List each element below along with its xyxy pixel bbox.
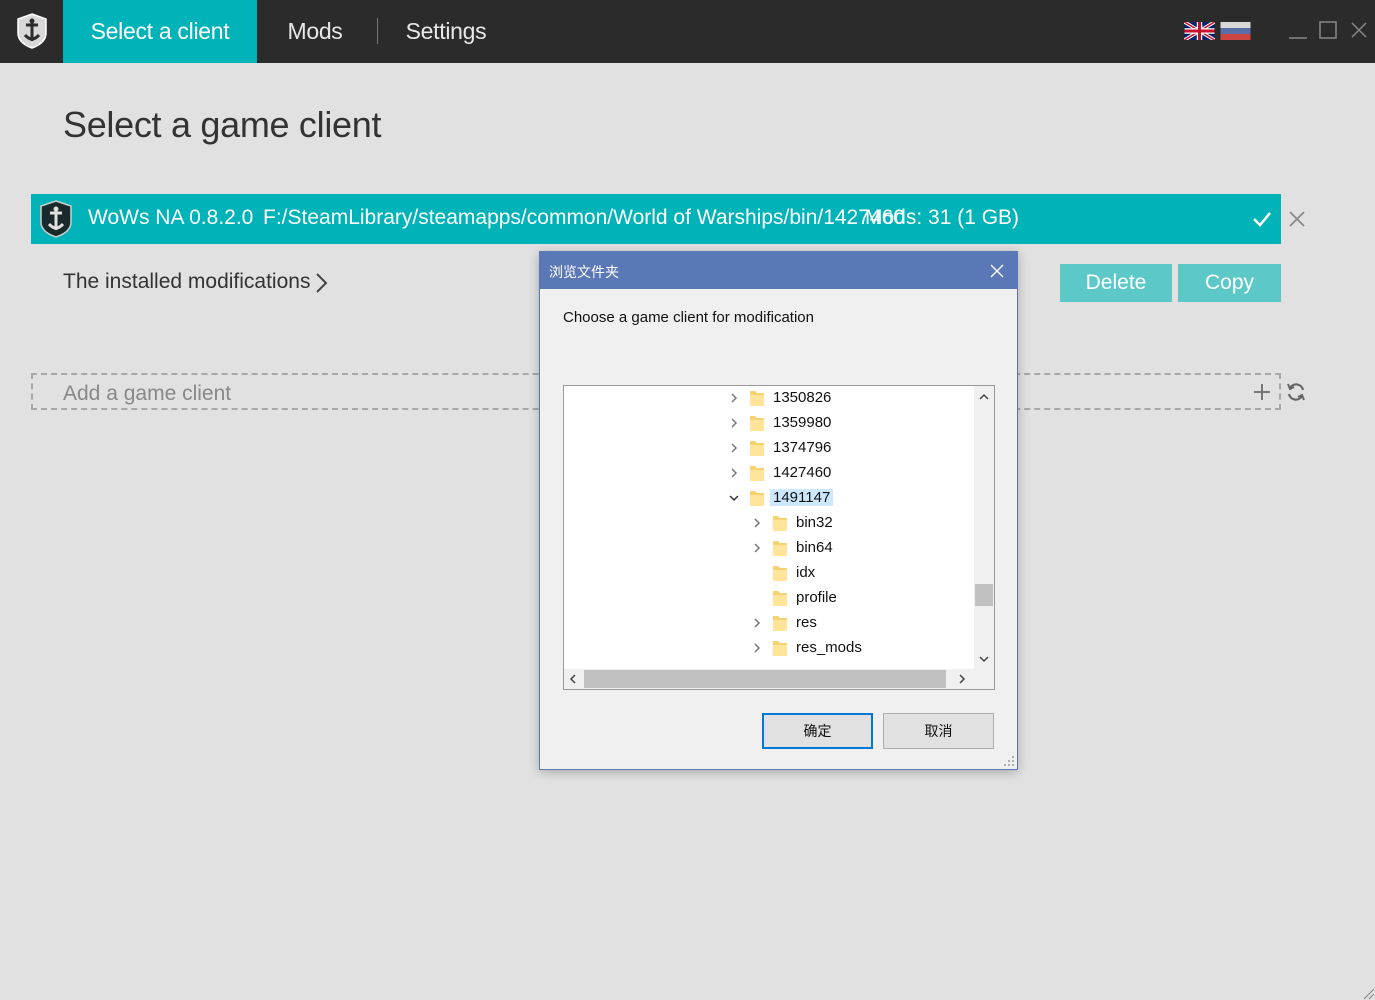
maximize-icon[interactable] bbox=[1316, 18, 1340, 42]
tree-item[interactable]: 1350826 bbox=[564, 386, 974, 411]
cancel-button[interactable]: 取消 bbox=[883, 713, 994, 749]
tree-item[interactable]: bin64 bbox=[564, 536, 974, 561]
folder-icon bbox=[749, 389, 765, 407]
chevron-right-icon[interactable] bbox=[751, 517, 763, 529]
dialog-close-icon[interactable] bbox=[989, 263, 1005, 279]
client-name: WoWs NA 0.8.2.0 bbox=[88, 206, 254, 229]
tree-item-label: 1374796 bbox=[773, 439, 832, 456]
check-icon bbox=[1253, 212, 1271, 227]
scroll-right-icon[interactable] bbox=[956, 673, 968, 685]
russian-flag-icon[interactable] bbox=[1220, 22, 1251, 40]
chevron-right-icon[interactable] bbox=[728, 442, 740, 454]
copy-button[interactable]: Copy bbox=[1178, 264, 1281, 302]
scroll-left-icon[interactable] bbox=[567, 673, 579, 685]
folder-icon bbox=[749, 489, 765, 507]
chevron-right-icon[interactable] bbox=[728, 392, 740, 404]
tab-select-client[interactable]: Select a client bbox=[63, 0, 257, 63]
folder-icon bbox=[772, 564, 788, 582]
tree-item[interactable]: res bbox=[564, 611, 974, 636]
folder-icon bbox=[772, 539, 788, 557]
client-mods-count: Mods: 31 (1 GB) bbox=[865, 206, 1020, 229]
chevron-right-icon[interactable] bbox=[751, 642, 763, 654]
top-bar: Select a client Mods Settings bbox=[0, 0, 1375, 63]
tree-item-label: res_mods bbox=[796, 639, 862, 656]
scroll-down-icon[interactable] bbox=[978, 653, 990, 665]
folder-icon bbox=[772, 614, 788, 632]
folder-icon bbox=[772, 514, 788, 532]
folder-tree[interactable]: 1350826 1359980 1374796 1427460 1491147 bin32… bbox=[563, 385, 995, 690]
chevron-right-icon[interactable] bbox=[728, 417, 740, 429]
refresh-icon[interactable] bbox=[1285, 381, 1307, 403]
chevron-right-icon[interactable] bbox=[728, 467, 740, 479]
tree-item-label: bin64 bbox=[796, 539, 833, 556]
folder-icon bbox=[749, 464, 765, 482]
tree-item-label: res bbox=[796, 614, 817, 631]
game-client-row[interactable]: WoWs NA 0.8.2.0 F:/SteamLibrary/steamapp… bbox=[31, 194, 1281, 244]
tree-item[interactable]: bin32 bbox=[564, 511, 974, 536]
tree-item[interactable]: 1427460 bbox=[564, 461, 974, 486]
tree-item[interactable]: res_mods bbox=[564, 636, 974, 661]
tree-item[interactable]: 1491147 bbox=[564, 486, 974, 511]
uk-flag-icon[interactable] bbox=[1184, 22, 1215, 40]
vertical-scrollbar[interactable] bbox=[974, 386, 994, 670]
folder-icon bbox=[749, 414, 765, 432]
tab-divider bbox=[377, 18, 378, 44]
chevron-right-icon[interactable] bbox=[312, 271, 330, 295]
wows-client-icon bbox=[40, 200, 72, 238]
tree-item[interactable]: 1359980 bbox=[564, 411, 974, 436]
window-resize-grip-icon[interactable] bbox=[1361, 986, 1375, 1000]
tab-mods[interactable]: Mods bbox=[270, 0, 360, 63]
resize-grip-icon[interactable] bbox=[1003, 755, 1015, 767]
tree-item[interactable]: idx bbox=[564, 561, 974, 586]
chevron-right-icon[interactable] bbox=[751, 617, 763, 629]
folder-icon bbox=[749, 439, 765, 457]
horizontal-scrollbar[interactable] bbox=[564, 669, 994, 689]
installed-mods-link[interactable]: The installed modifications bbox=[63, 270, 310, 294]
wows-logo-icon bbox=[17, 13, 47, 49]
tree-item-label: profile bbox=[796, 589, 837, 606]
minimize-icon[interactable] bbox=[1286, 18, 1310, 42]
ok-button[interactable]: 确定 bbox=[762, 713, 873, 749]
plus-icon[interactable] bbox=[1251, 381, 1273, 403]
horizontal-scroll-thumb[interactable] bbox=[584, 670, 946, 688]
client-path: F:/SteamLibrary/steamapps/common/World o… bbox=[263, 206, 905, 229]
remove-client-icon[interactable] bbox=[1287, 209, 1307, 229]
scroll-up-icon[interactable] bbox=[978, 391, 990, 403]
dialog-title: 浏览文件夹 bbox=[549, 264, 619, 280]
tree-item[interactable]: 1374796 bbox=[564, 436, 974, 461]
tree-item-label: 1359980 bbox=[773, 414, 832, 431]
chevron-right-icon[interactable] bbox=[751, 542, 763, 554]
tree-item-label: 1427460 bbox=[773, 464, 832, 481]
tree-item-label: bin32 bbox=[796, 514, 833, 531]
page-title: Select a game client bbox=[63, 104, 382, 145]
browse-folder-dialog: 浏览文件夹 Choose a game client for modificat… bbox=[539, 251, 1018, 770]
delete-button[interactable]: Delete bbox=[1060, 264, 1172, 302]
tree-item-label: idx bbox=[796, 564, 816, 581]
tab-settings[interactable]: Settings bbox=[396, 0, 496, 63]
chevron-down-icon[interactable] bbox=[728, 492, 740, 504]
folder-icon bbox=[772, 589, 788, 607]
dialog-description: Choose a game client for modification bbox=[563, 309, 814, 326]
window-close-icon[interactable] bbox=[1347, 18, 1371, 42]
tree-item[interactable]: profile bbox=[564, 586, 974, 611]
folder-icon bbox=[772, 639, 788, 657]
vertical-scroll-thumb[interactable] bbox=[975, 584, 993, 606]
dialog-titlebar[interactable]: 浏览文件夹 bbox=[540, 252, 1017, 289]
tree-item-label: 1350826 bbox=[773, 389, 832, 406]
add-client-label: Add a game client bbox=[63, 382, 232, 405]
tree-item-label: 1491147 bbox=[770, 489, 834, 506]
